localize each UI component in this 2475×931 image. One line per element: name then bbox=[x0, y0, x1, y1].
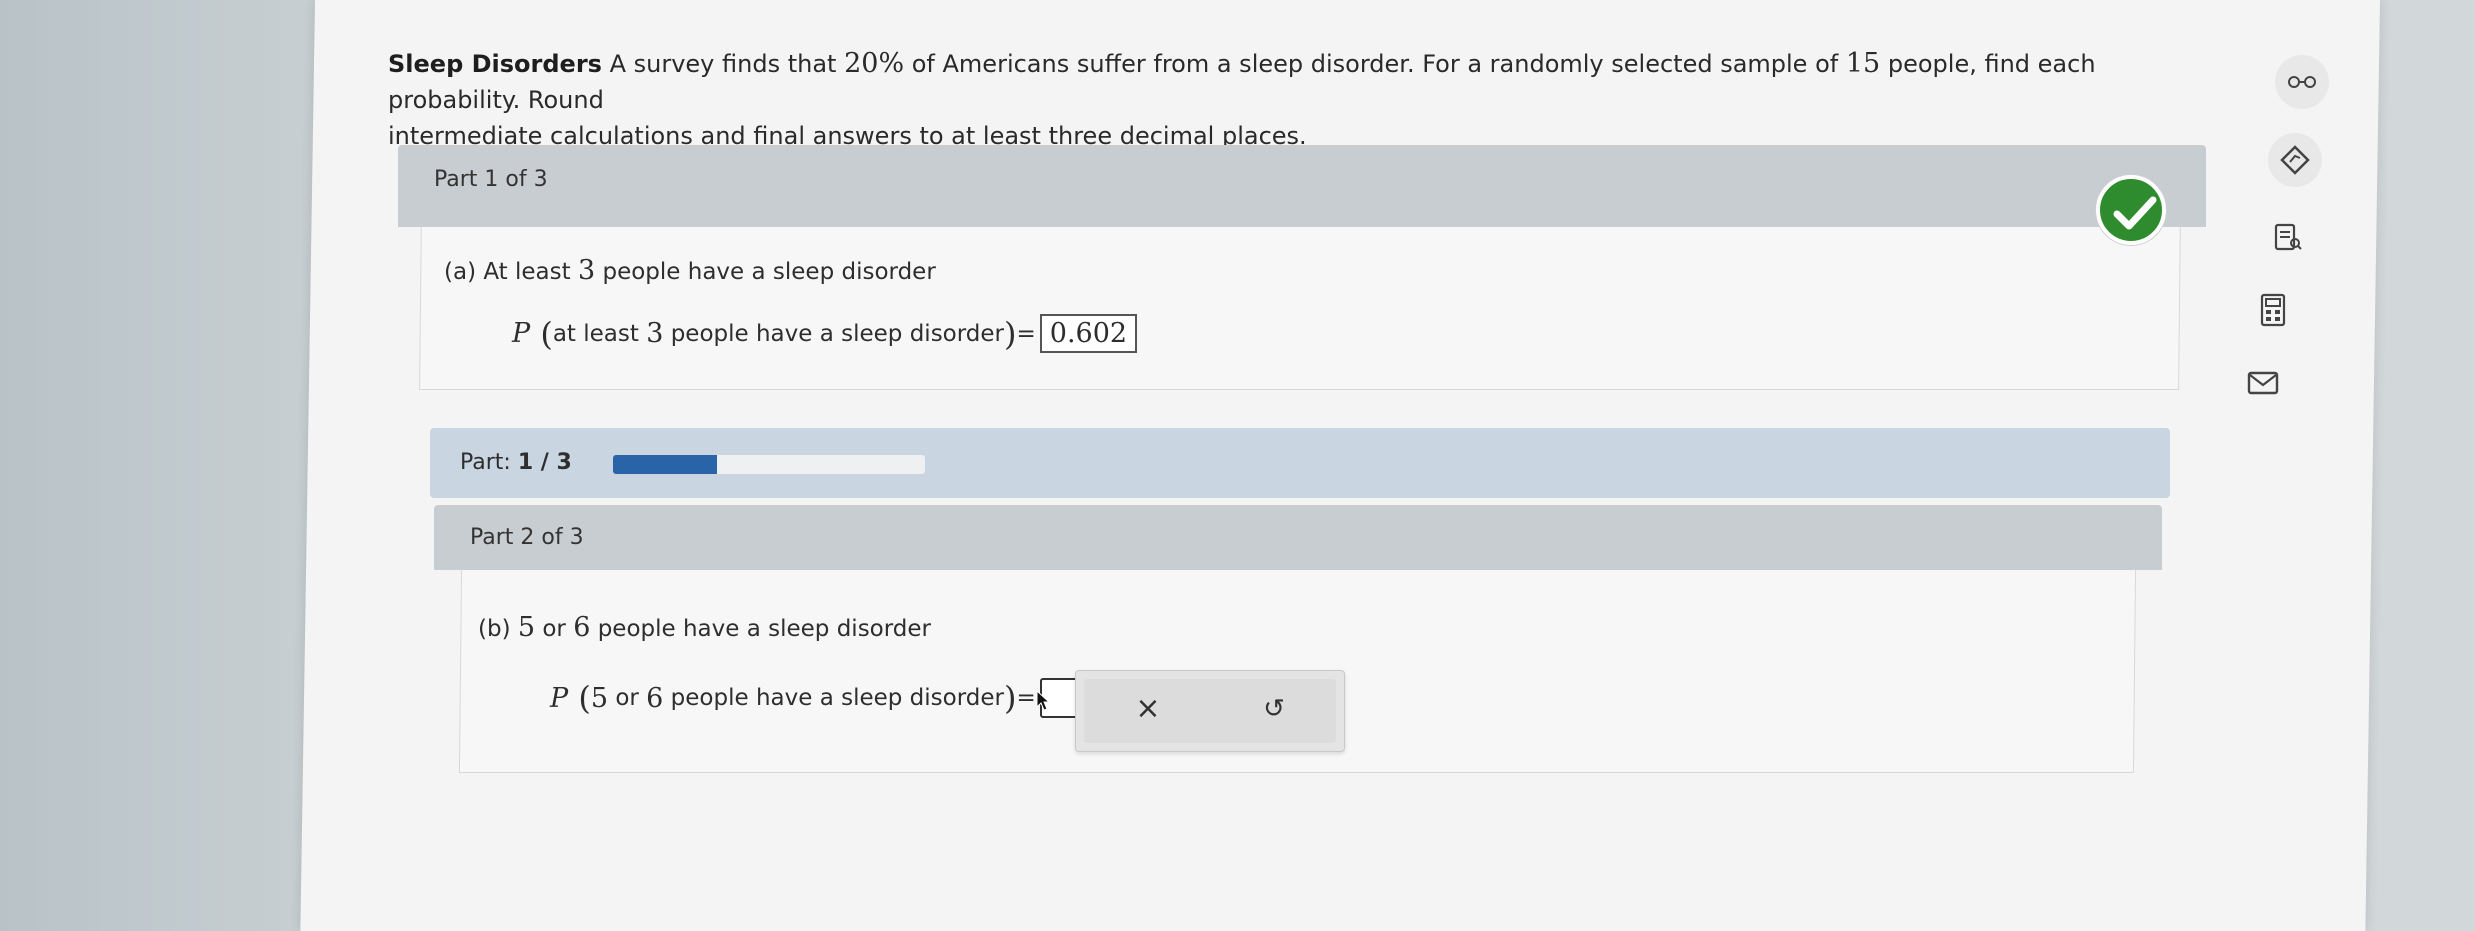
question-number: 5 bbox=[517, 612, 536, 643]
compass-icon[interactable] bbox=[2268, 133, 2322, 187]
progress-label-text: Part: bbox=[460, 450, 511, 475]
percent-value: 20% bbox=[844, 48, 905, 79]
progress-bar-fill bbox=[613, 455, 717, 474]
part2-question: (b) 5 or 6 people have a sleep disorder bbox=[478, 612, 931, 643]
open-paren: ( bbox=[530, 314, 553, 353]
event-number: 6 bbox=[646, 682, 664, 714]
part1-body bbox=[419, 215, 2181, 390]
question-text: (a) At least bbox=[444, 259, 571, 285]
answer-toolbar: × ↺ bbox=[1075, 670, 1345, 752]
part2-header-label: Part 2 of 3 bbox=[470, 525, 584, 550]
problem-title: Sleep Disorders bbox=[388, 50, 602, 78]
calculator-icon[interactable] bbox=[2246, 283, 2300, 337]
part2-probability-expression: P ( 5 or 6 people have a sleep disorder … bbox=[550, 678, 1080, 718]
problem-statement: Sleep Disorders A survey finds that 20% … bbox=[388, 46, 2228, 154]
prob-symbol: P bbox=[550, 682, 569, 714]
clear-button[interactable]: × bbox=[1128, 689, 1168, 729]
question-text: people have a sleep disorder bbox=[597, 616, 932, 642]
close-paren: ) bbox=[1004, 314, 1017, 353]
part1-header: Part 1 of 3 bbox=[398, 145, 2206, 227]
event-number: 5 bbox=[590, 682, 609, 714]
part1-header-label: Part 1 of 3 bbox=[434, 167, 548, 192]
progress-value: 1 / 3 bbox=[517, 450, 572, 475]
problem-text: of Americans suffer from a sleep disorde… bbox=[911, 50, 1839, 78]
problem-text: A survey finds that bbox=[609, 50, 837, 78]
equals-sign: = bbox=[1016, 685, 1036, 711]
progress-bar bbox=[613, 455, 925, 474]
sample-size-value: 15 bbox=[1845, 48, 1881, 79]
event-number: 3 bbox=[646, 318, 664, 349]
part1-answer-box[interactable]: 0.602 bbox=[1039, 314, 1138, 353]
question-text: people have a sleep disorder bbox=[602, 259, 936, 285]
undo-button[interactable]: ↺ bbox=[1254, 689, 1294, 729]
glasses-icon[interactable] bbox=[2275, 55, 2329, 109]
part1-question: (a) At least 3 people have a sleep disor… bbox=[444, 255, 936, 286]
question-number: 3 bbox=[577, 255, 596, 286]
equals-sign: = bbox=[1016, 320, 1036, 347]
mail-icon[interactable] bbox=[2236, 356, 2290, 410]
correct-check-icon bbox=[2096, 175, 2166, 245]
question-text: or bbox=[542, 616, 566, 642]
progress-label: Part: 1 / 3 bbox=[460, 450, 572, 475]
part-progress: Part: 1 / 3 bbox=[430, 428, 2170, 498]
event-text: people have a sleep disorder bbox=[670, 320, 1005, 347]
close-paren: ) bbox=[1003, 679, 1017, 717]
open-paren: ( bbox=[568, 679, 591, 717]
question-number: 6 bbox=[573, 612, 591, 643]
prob-symbol: P bbox=[512, 318, 531, 349]
event-text: or bbox=[615, 685, 639, 711]
notes-icon[interactable] bbox=[2260, 210, 2314, 264]
event-text: people have a sleep disorder bbox=[670, 685, 1004, 711]
part1-probability-expression: P ( at least 3 people have a sleep disor… bbox=[512, 314, 1138, 353]
answer-toolbar-inner bbox=[1084, 679, 1336, 743]
part2-answer-input[interactable] bbox=[1036, 678, 1080, 718]
event-text: at least bbox=[552, 320, 639, 347]
mouse-cursor-icon bbox=[1036, 690, 1050, 711]
part2-header: Part 2 of 3 bbox=[434, 505, 2162, 570]
question-text: (b) bbox=[478, 616, 511, 642]
